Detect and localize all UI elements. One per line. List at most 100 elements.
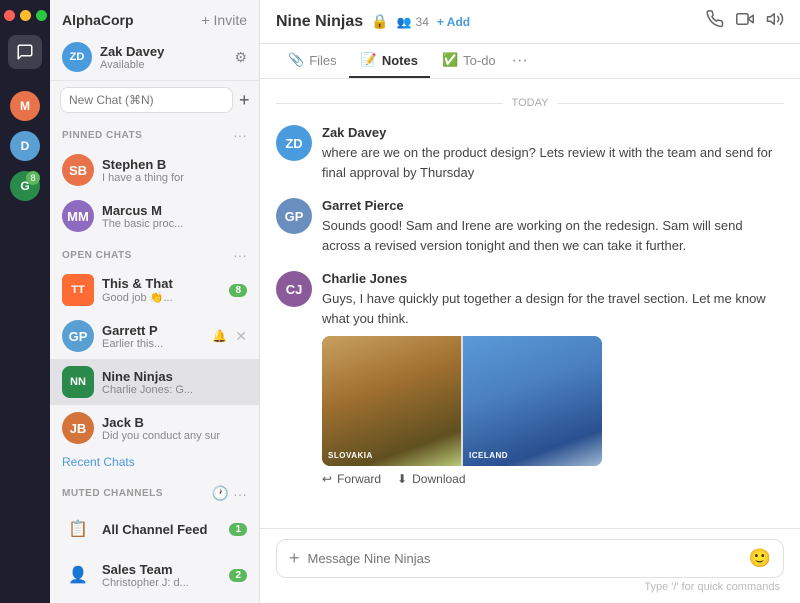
files-icon: 📎 xyxy=(288,52,304,68)
messages-area[interactable]: TODAY ZD Zak Davey where are we on the p… xyxy=(260,79,800,528)
volume-button[interactable] xyxy=(766,10,784,33)
avatar: ZD xyxy=(276,125,312,161)
chat-name: Jack B xyxy=(102,415,247,430)
avatar: JB xyxy=(62,412,94,444)
list-item[interactable]: MM Marcus M The basic proc... xyxy=(50,193,259,239)
invite-button[interactable]: + Invite xyxy=(201,12,247,28)
user-name: Zak Davey xyxy=(100,44,226,59)
sidebar-workspace-g[interactable]: G 8 xyxy=(8,169,42,203)
muted-channels-more-button[interactable]: ··· xyxy=(233,485,247,502)
recent-chats-link[interactable]: Recent Chats xyxy=(50,451,259,477)
chat-info: Marcus M The basic proc... xyxy=(102,203,247,230)
pinned-chats-section-label: PINNED CHATS ··· xyxy=(50,119,259,147)
muted-channels-clock-button[interactable]: 🕐 xyxy=(212,485,229,502)
current-user-avatar: ZD xyxy=(62,42,92,72)
avatar: CJ xyxy=(276,271,312,307)
download-icon: ⬇ xyxy=(397,472,407,486)
message-content: Charlie Jones Guys, I have quickly put t… xyxy=(322,271,784,486)
message-author: Garret Pierce xyxy=(322,198,784,213)
video-call-button[interactable] xyxy=(736,10,754,33)
message-input[interactable] xyxy=(308,551,741,566)
channel-icon: 📋 xyxy=(62,513,94,545)
app-header-actions: + Invite xyxy=(201,12,247,28)
sidebar-workspace-d[interactable]: D xyxy=(8,129,42,163)
unread-badge: 2 xyxy=(229,569,247,582)
list-item[interactable]: TT This & That Good job 👏... 8 xyxy=(50,267,259,313)
chat-info: Garrett P Earlier this... xyxy=(102,323,204,350)
members-icon: 👥 xyxy=(397,15,412,29)
image-attachment: SLOVAKIA ICELAND xyxy=(322,336,602,466)
channel-icon: 👤 xyxy=(62,559,94,591)
open-chats-more-button[interactable]: ··· xyxy=(233,247,247,263)
avatar: MM xyxy=(62,200,94,232)
tab-notes[interactable]: 📝 Notes xyxy=(349,44,430,78)
chat-preview: I have a thing for xyxy=(102,172,247,184)
avatar: GP xyxy=(62,320,94,352)
message-author: Charlie Jones xyxy=(322,271,784,286)
chat-preview: Good job 👏... xyxy=(102,291,221,304)
emoji-button[interactable]: 🙂 xyxy=(749,548,771,569)
chat-name: Nine Ninjas xyxy=(102,369,247,384)
message-text: where are we on the product design? Lets… xyxy=(322,143,784,182)
download-button[interactable]: ⬇ Download xyxy=(397,472,465,486)
open-chats-section-label: OPEN CHATS ··· xyxy=(50,239,259,267)
chat-header: Nine Ninjas 🔒 👥 34 + Add xyxy=(260,0,800,44)
members-info: 👥 34 xyxy=(397,15,429,29)
sidebar-workspace-m[interactable]: M xyxy=(8,89,42,123)
mute-icon: 🔔 xyxy=(212,329,227,343)
chat-name: All Channel Feed xyxy=(102,522,221,537)
chat-name: Stephen B xyxy=(102,157,247,172)
list-item[interactable]: JB Jack B Did you conduct any sur xyxy=(50,405,259,451)
image-label-1: SLOVAKIA xyxy=(328,451,373,460)
add-member-button[interactable]: + Add xyxy=(437,15,470,29)
image-slot-2: ICELAND xyxy=(463,336,602,466)
unread-badge: 1 xyxy=(229,523,247,536)
tab-todo[interactable]: ✅ To-do xyxy=(430,44,508,78)
muted-channels-section-label: MUTED CHANNELS 🕐 ··· xyxy=(50,477,259,506)
list-item[interactable]: SB Stephen B I have a thing for xyxy=(50,147,259,193)
chat-preview: The basic proc... xyxy=(102,218,247,230)
list-item[interactable]: 🏏 Cricket Fans You: Good game xyxy=(50,598,259,603)
close-traffic-light[interactable] xyxy=(4,10,15,21)
date-divider: TODAY xyxy=(260,97,800,109)
new-chat-button[interactable]: + xyxy=(239,90,250,111)
message: CJ Charlie Jones Guys, I have quickly pu… xyxy=(260,263,800,494)
chat-preview: Earlier this... xyxy=(102,338,204,350)
tab-files[interactable]: 📎 Files xyxy=(276,44,349,78)
list-item[interactable]: 📋 All Channel Feed 1 xyxy=(50,506,259,552)
phone-call-button[interactable] xyxy=(706,10,724,33)
message-content: Zak Davey where are we on the product de… xyxy=(322,125,784,182)
message-input-area: + 🙂 Type '/' for quick commands xyxy=(260,528,800,603)
close-chat-icon[interactable]: ✕ xyxy=(235,328,247,345)
message-text: Guys, I have quickly put together a desi… xyxy=(322,289,784,328)
chat-info: All Channel Feed xyxy=(102,522,221,537)
forward-icon: ↩ xyxy=(322,472,332,486)
message-text: Sounds good! Sam and Irene are working o… xyxy=(322,216,784,255)
todo-icon: ✅ xyxy=(442,52,458,68)
image-label-2: ICELAND xyxy=(469,451,508,460)
maximize-traffic-light[interactable] xyxy=(36,10,47,21)
pinned-chats-more-button[interactable]: ··· xyxy=(233,127,247,143)
chat-info: Jack B Did you conduct any sur xyxy=(102,415,247,442)
settings-button[interactable]: ⚙ xyxy=(234,49,247,66)
message-actions: ↩ Forward ⬇ Download xyxy=(322,466,784,486)
search-input[interactable] xyxy=(60,87,233,113)
members-count: 34 xyxy=(416,15,429,29)
message: ZD Zak Davey where are we on the product… xyxy=(260,117,800,190)
app-name: AlphaCorp xyxy=(62,12,134,28)
channel-list: AlphaCorp + Invite ZD Zak Davey Availabl… xyxy=(50,0,260,603)
forward-button[interactable]: ↩ Forward xyxy=(322,472,381,486)
sidebar-icons-panel: M D G 8 xyxy=(0,0,50,603)
list-item[interactable]: 👤 Sales Team Christopher J: d... 2 xyxy=(50,552,259,598)
tabs-more-button[interactable]: ··· xyxy=(508,44,532,78)
image-slot-1: SLOVAKIA xyxy=(322,336,461,466)
sidebar-chats-icon[interactable] xyxy=(8,35,42,69)
attach-button[interactable]: + xyxy=(289,548,300,569)
list-item[interactable]: GP Garrett P Earlier this... 🔔 ✕ xyxy=(50,313,259,359)
workspace-g-badge: 8 xyxy=(26,171,40,185)
list-item[interactable]: NN Nine Ninjas Charlie Jones: G... xyxy=(50,359,259,405)
main-chat-area: Nine Ninjas 🔒 👥 34 + Add xyxy=(260,0,800,603)
chat-preview: Christopher J: d... xyxy=(102,577,221,589)
minimize-traffic-light[interactable] xyxy=(20,10,31,21)
user-status: Available xyxy=(100,59,226,71)
